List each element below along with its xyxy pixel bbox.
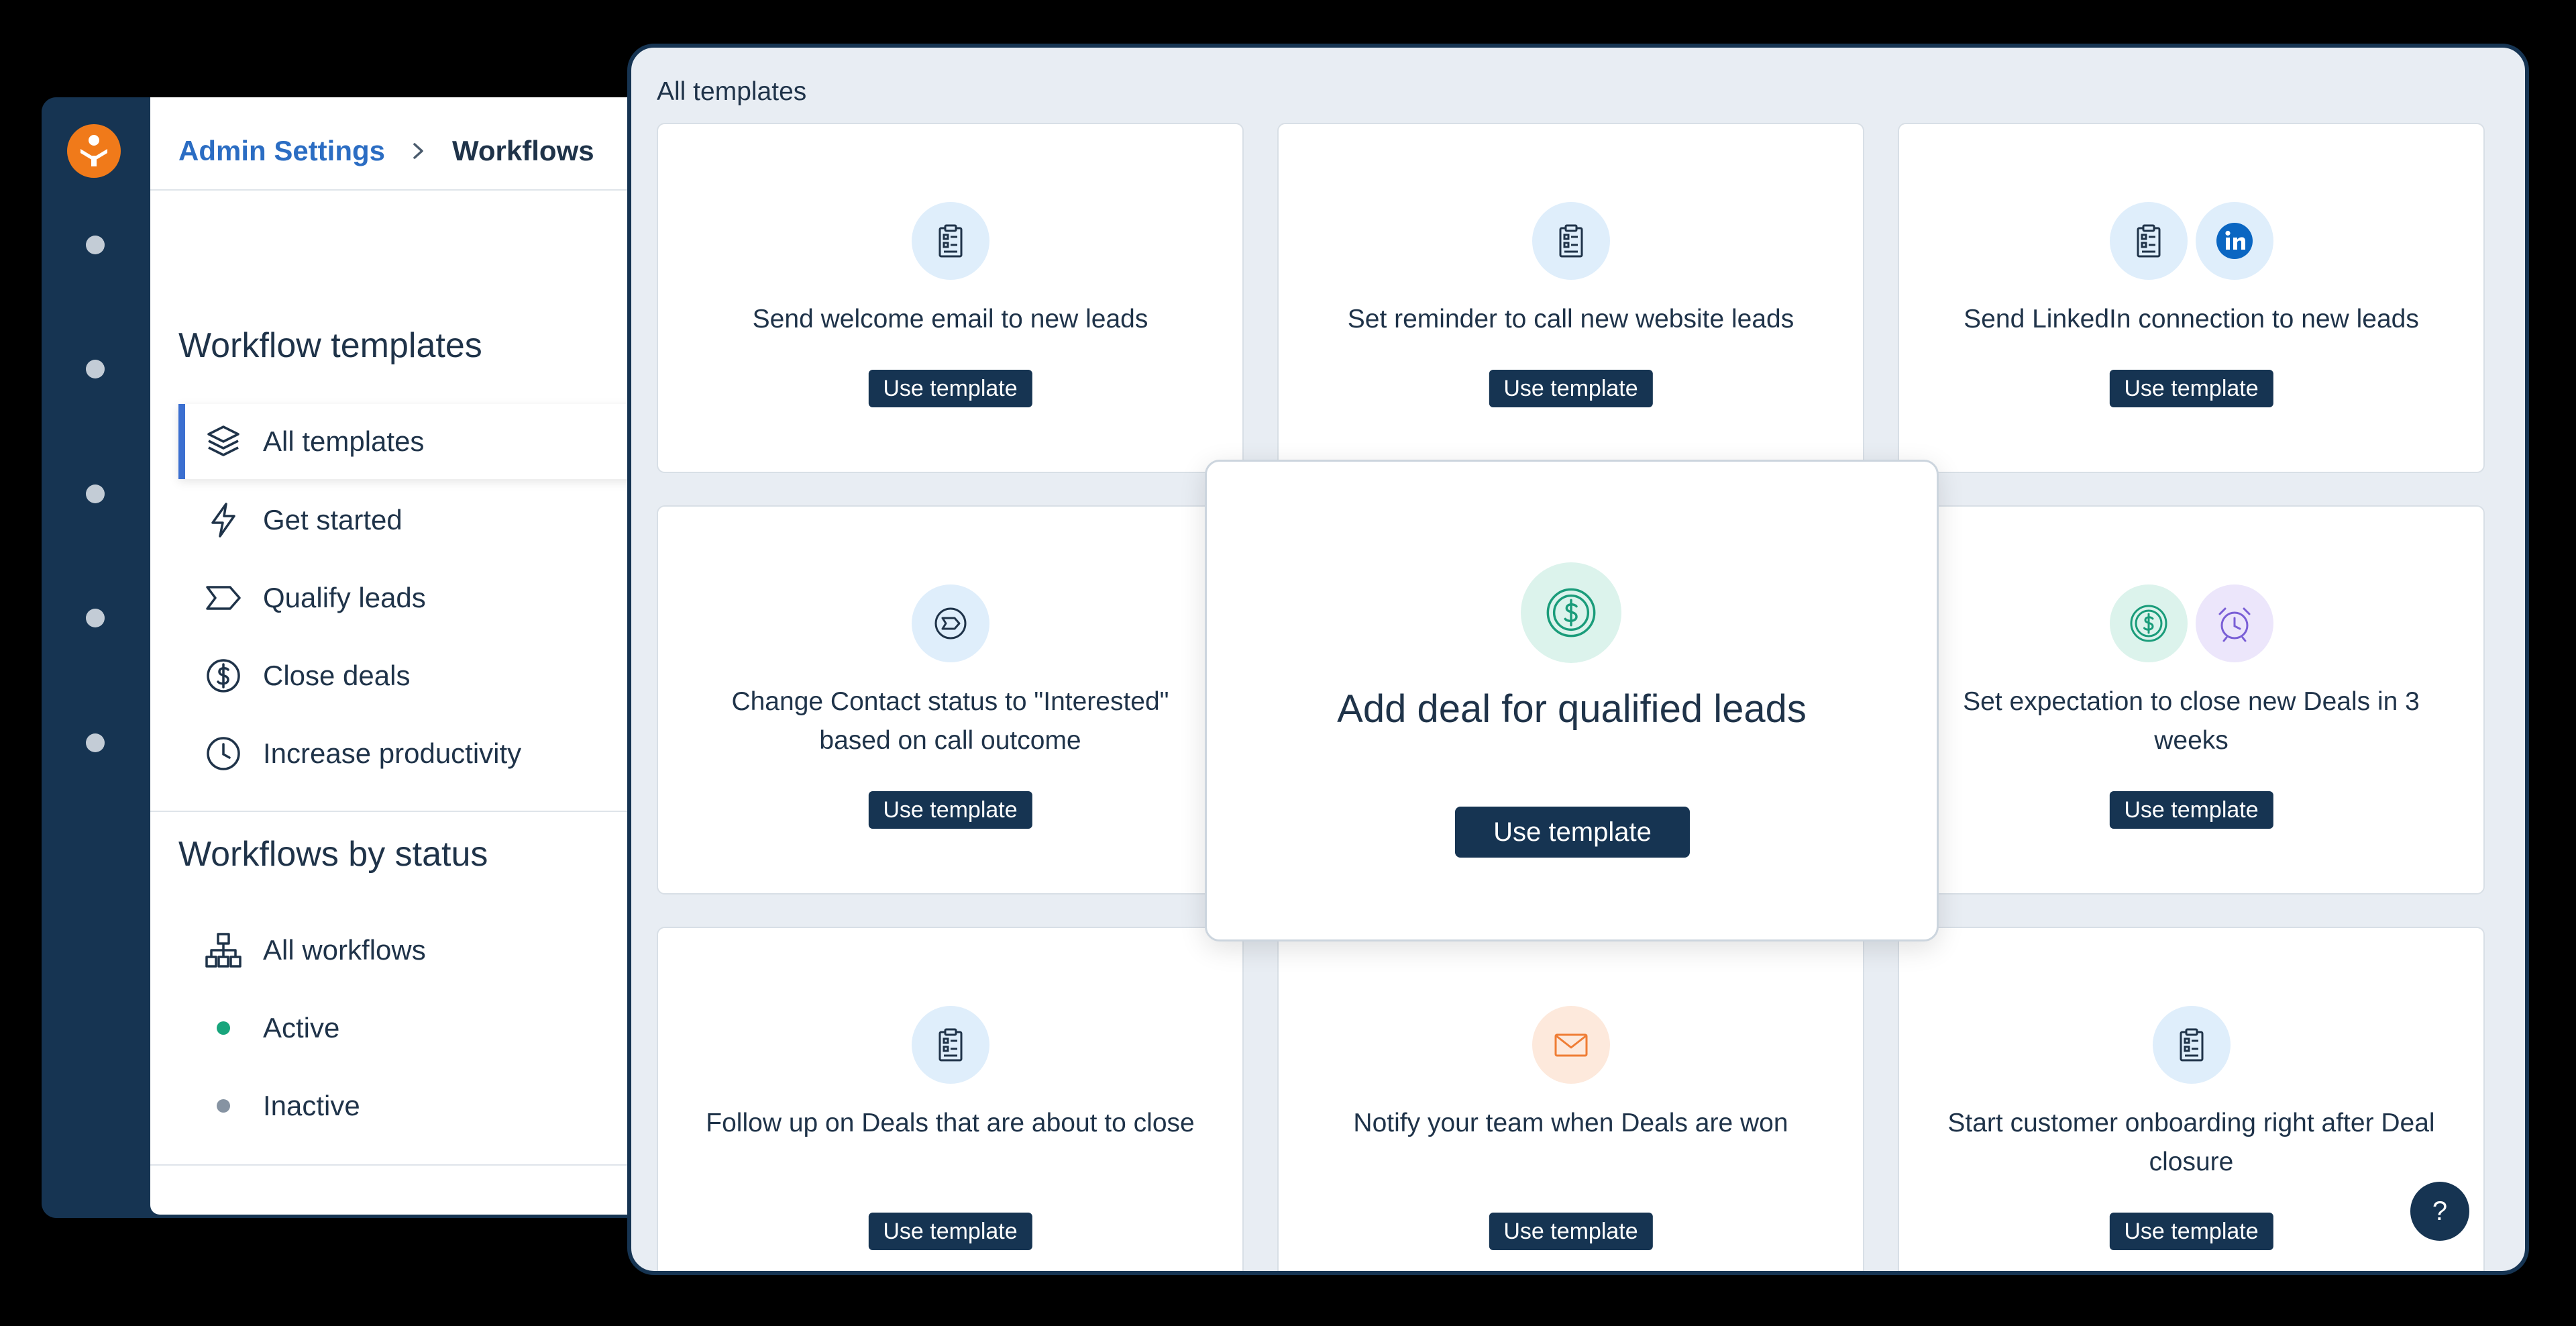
template-card[interactable]: Start customer onboarding right after De… <box>1898 927 2485 1271</box>
section-label: All templates <box>657 77 807 106</box>
workflows-by-status-heading: Workflows by status <box>178 835 488 874</box>
brand-icon <box>80 135 107 166</box>
clipboard-icon <box>911 1006 989 1084</box>
layers-icon <box>203 421 244 462</box>
clipboard-icon <box>2109 202 2188 280</box>
sidebar-item-label: All templates <box>263 425 425 457</box>
sidebar-item-label: Active <box>263 1012 340 1043</box>
sidebar-item-label: Close deals <box>263 660 411 691</box>
use-template-button[interactable]: Use template <box>868 791 1032 829</box>
app-logo[interactable] <box>67 124 121 178</box>
nav-rail <box>42 97 150 1218</box>
template-card[interactable]: Send welcome email to new leads Use temp… <box>657 123 1244 473</box>
clipboard-icon <box>911 202 989 280</box>
settings-window: Admin Settings Workflows Workflow templa… <box>42 97 712 1218</box>
sidebar-item-label: Increase productivity <box>263 737 522 769</box>
sidebar-item-label: Inactive <box>263 1090 360 1121</box>
template-card[interactable]: Notify your team when Deals are won Use … <box>1277 927 1864 1271</box>
template-title: Set reminder to call new website leads <box>1347 305 1794 334</box>
sidebar-item-label: Get started <box>263 504 402 536</box>
template-title: Send welcome email to new leads <box>752 305 1148 334</box>
gray-dot-icon <box>203 1085 244 1127</box>
workflow-templates-heading: Workflow templates <box>178 326 482 365</box>
template-card[interactable]: Set expectation to close new Deals in 3 … <box>1898 505 2485 895</box>
rail-nav-item-5[interactable] <box>86 733 105 752</box>
use-template-button[interactable]: Use template <box>1489 370 1653 407</box>
breadcrumb-current: Workflows <box>452 135 594 166</box>
template-card[interactable]: Change Contact status to "Interested" ba… <box>657 505 1244 895</box>
template-title: Change Contact status to "Interested" ba… <box>731 687 1169 755</box>
lightning-icon <box>203 499 244 541</box>
templates-window: All templates Send welcome email to new … <box>627 44 2529 1275</box>
template-title: Notify your team when Deals are won <box>1353 1109 1788 1137</box>
sidebar-item-label: Qualify leads <box>263 582 426 613</box>
status-step-icon <box>911 584 989 662</box>
use-template-button[interactable]: Use template <box>868 1213 1032 1250</box>
rail-nav-item-3[interactable] <box>86 484 105 503</box>
use-template-button[interactable]: Use template <box>2109 1213 2273 1250</box>
dollar-icon <box>2109 584 2188 662</box>
breadcrumb-admin-settings-link[interactable]: Admin Settings <box>178 135 385 167</box>
rail-nav-item-4[interactable] <box>86 609 105 627</box>
dollar-icon <box>203 655 244 697</box>
alarm-clock-icon <box>2195 584 2273 662</box>
template-title: Start customer onboarding right after De… <box>1947 1109 2435 1176</box>
template-card[interactable]: Set reminder to call new website leads U… <box>1277 123 1864 473</box>
sidebar-item-label: All workflows <box>263 934 426 966</box>
clipboard-icon <box>1532 202 1610 280</box>
template-title: Follow up on Deals that are about to clo… <box>706 1109 1195 1137</box>
breadcrumb: Admin Settings Workflows <box>178 124 594 178</box>
use-template-button[interactable]: Use template <box>2109 370 2273 407</box>
clipboard-icon <box>2152 1006 2231 1084</box>
template-card[interactable]: Send LinkedIn connection to new leads Us… <box>1898 123 2485 473</box>
clock-icon <box>203 733 244 774</box>
hierarchy-icon <box>203 929 244 971</box>
use-template-button[interactable]: Use template <box>2109 791 2273 829</box>
funnel-step-icon <box>203 577 244 619</box>
rail-nav-item-2[interactable] <box>86 360 105 378</box>
featured-use-template-button[interactable]: Use template <box>1455 807 1690 858</box>
template-title: Set expectation to close new Deals in 3 … <box>1963 687 2420 755</box>
featured-template-title: Add deal for qualified leads <box>1337 687 1807 731</box>
linkedin-icon <box>2195 202 2273 280</box>
template-title: Send LinkedIn connection to new leads <box>1964 305 2419 334</box>
chevron-right-icon <box>411 139 427 163</box>
envelope-icon <box>1532 1006 1610 1084</box>
rail-nav-item-1[interactable] <box>86 236 105 254</box>
dollar-icon <box>1521 562 1621 663</box>
use-template-button[interactable]: Use template <box>868 370 1032 407</box>
template-card[interactable]: Follow up on Deals that are about to clo… <box>657 927 1244 1271</box>
featured-template-card[interactable]: Add deal for qualified leads Use templat… <box>1205 460 1939 941</box>
use-template-button[interactable]: Use template <box>1489 1213 1653 1250</box>
help-button[interactable]: ? <box>2410 1182 2469 1241</box>
green-dot-icon <box>203 1007 244 1049</box>
